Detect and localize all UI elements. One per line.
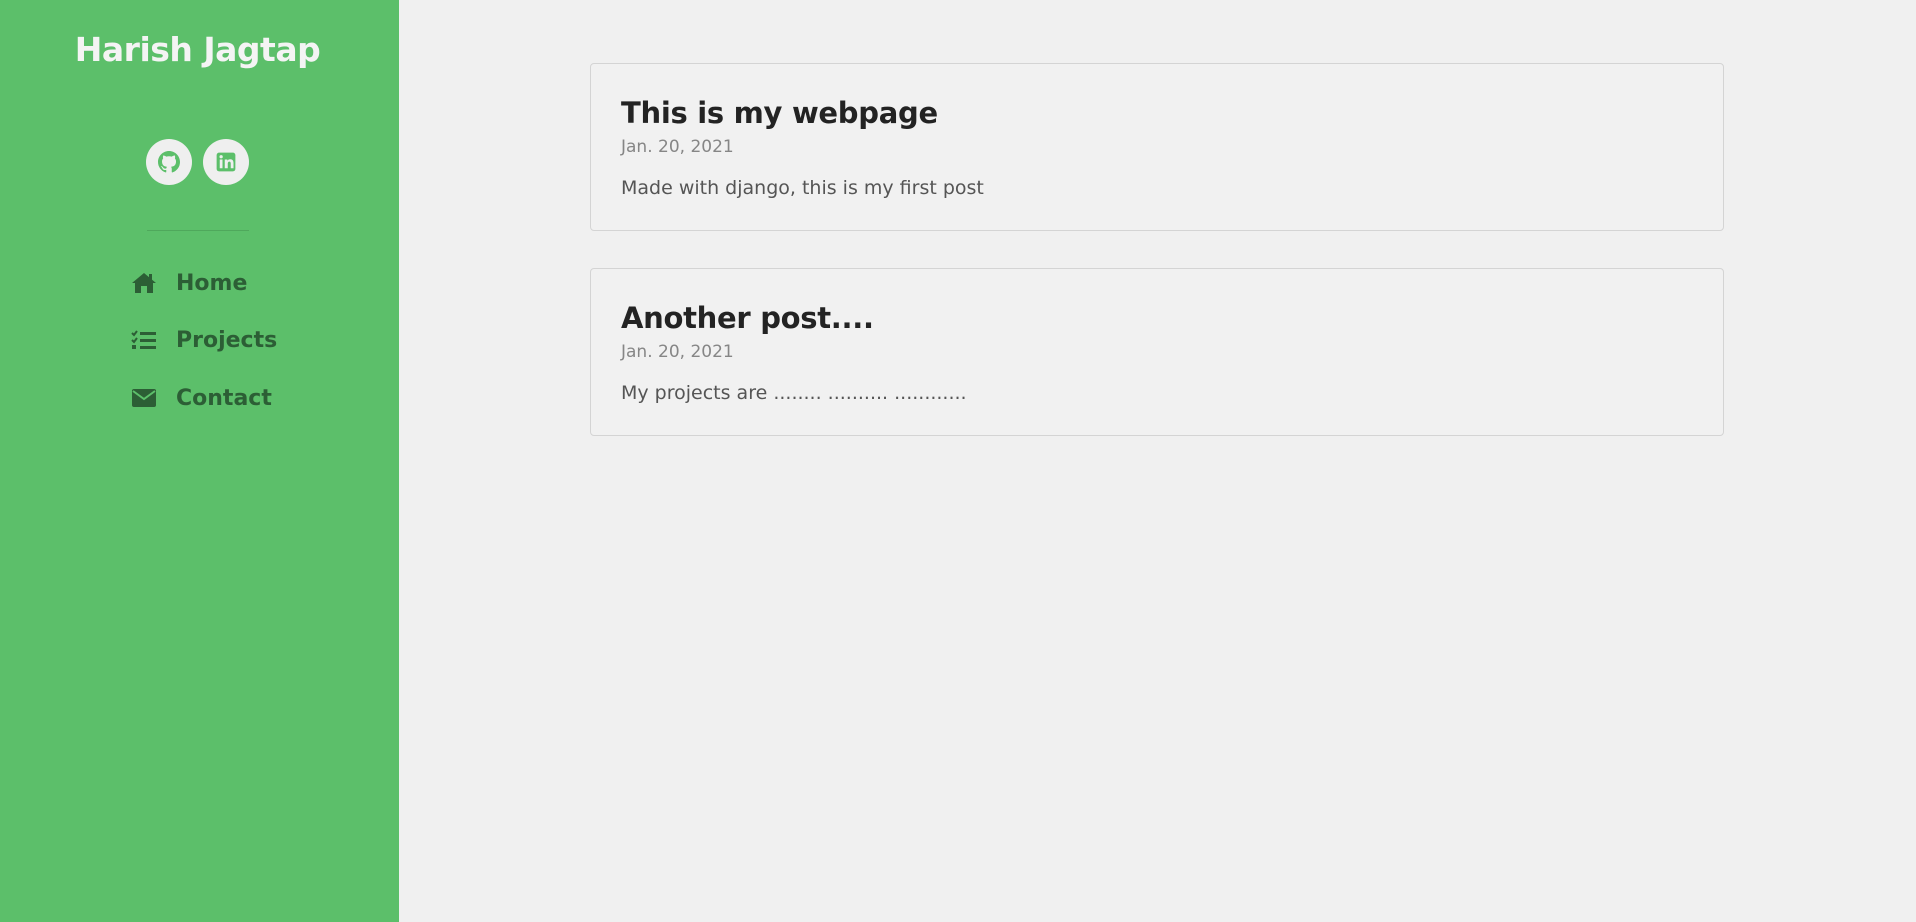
post-date: Jan. 20, 2021 <box>621 342 734 362</box>
post-excerpt: My projects are ........ .......... ....… <box>621 382 967 404</box>
post-excerpt: Made with django, this is my first post <box>621 177 984 199</box>
linkedin-link[interactable] <box>203 139 249 185</box>
post-card: This is my webpage Jan. 20, 2021 Made wi… <box>590 63 1724 231</box>
post-title[interactable]: Another post.... <box>621 299 874 337</box>
nav-label-projects: Projects <box>176 327 278 353</box>
tasks-icon <box>131 328 159 352</box>
sidebar-divider <box>147 230 249 231</box>
post-title[interactable]: This is my webpage <box>621 94 938 132</box>
nav-item-projects[interactable]: Projects <box>131 322 277 358</box>
nav-label-contact: Contact <box>176 385 272 411</box>
github-icon <box>158 151 180 173</box>
post-card: Another post.... Jan. 20, 2021 My projec… <box>590 268 1724 436</box>
github-link[interactable] <box>146 139 192 185</box>
linkedin-icon <box>216 152 236 172</box>
sidebar: Harish Jagtap Home Projects Contact <box>0 0 399 922</box>
envelope-icon <box>131 386 159 410</box>
nav-item-contact[interactable]: Contact <box>131 380 272 416</box>
nav-label-home: Home <box>176 270 248 296</box>
post-date: Jan. 20, 2021 <box>621 137 734 157</box>
site-brand[interactable]: Harish Jagtap <box>0 28 395 72</box>
nav-item-home[interactable]: Home <box>131 265 247 301</box>
home-icon <box>131 271 159 295</box>
